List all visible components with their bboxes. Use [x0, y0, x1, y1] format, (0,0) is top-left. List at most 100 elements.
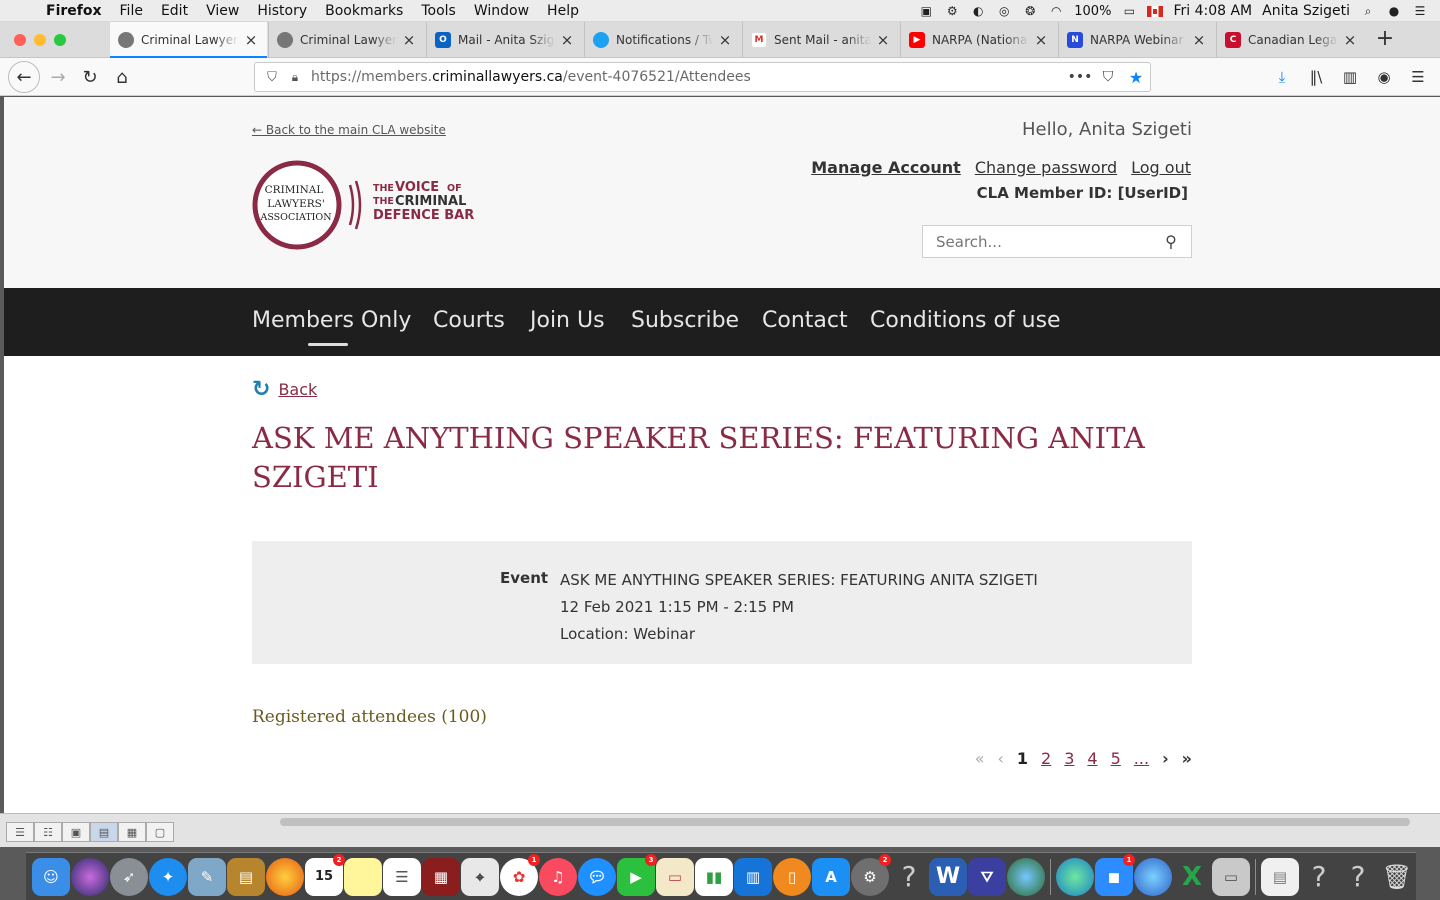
search-input[interactable]	[923, 226, 1151, 257]
nav-subscribe[interactable]: Subscribe	[631, 308, 739, 333]
view-full-icon[interactable]: ▢	[146, 822, 174, 842]
browser-app-icon[interactable]	[1056, 857, 1094, 896]
app-store-icon[interactable]: A	[812, 857, 850, 896]
menu-edit[interactable]: Edit	[152, 3, 197, 19]
new-tab-plus-icon[interactable]: +	[1370, 22, 1400, 58]
menu-app-firefox[interactable]: Firefox	[40, 3, 111, 19]
nav-courts[interactable]: Courts	[433, 308, 505, 333]
back-link[interactable]: ↻ Back	[252, 377, 317, 402]
tab-mail[interactable]: O Mail - Anita Szigeti ×	[426, 22, 583, 58]
tab-twitter[interactable]: Notifications / Twitter ×	[584, 22, 741, 58]
tracking-shield-icon[interactable]: ⛉	[259, 70, 285, 85]
next-page-icon[interactable]: ›	[1162, 749, 1169, 768]
keynote-icon[interactable]: ▥	[734, 857, 772, 896]
trash-icon[interactable]: 🗑︎	[1378, 858, 1416, 896]
back-to-main-site-link[interactable]: ← Back to the main CLA website	[252, 123, 446, 137]
photos-icon[interactable]: ✿ 1	[500, 853, 540, 896]
back-arrow-icon[interactable]: ←	[8, 61, 40, 93]
menu-help[interactable]: Help	[538, 3, 588, 19]
menu-bookmarks[interactable]: Bookmarks	[316, 3, 412, 19]
lock-icon[interactable]: 🔒︎	[285, 70, 305, 85]
menu-history[interactable]: History	[248, 3, 316, 19]
vpn-icon[interactable]: ❂	[1022, 4, 1038, 18]
close-tab-icon[interactable]: ×	[1191, 31, 1207, 49]
spotlight-search-icon[interactable]: ⌕	[1360, 4, 1376, 18]
first-page-icon[interactable]: «	[975, 749, 985, 768]
last-page-icon[interactable]: »	[1182, 749, 1192, 768]
page-4-link[interactable]: 4	[1087, 749, 1097, 768]
wifi-icon[interactable]: ◠	[1048, 4, 1064, 18]
safari-icon[interactable]: ✦	[149, 857, 187, 896]
compass-icon[interactable]: ◎	[996, 4, 1012, 18]
view-grid-icon[interactable]: ▦	[118, 822, 146, 842]
cla-logo[interactable]: CRIMINAL LAWYERS' ASSOCIATION THE VOICE …	[252, 159, 482, 251]
page-2-link[interactable]: 2	[1041, 749, 1051, 768]
reminders-icon[interactable]: ☰	[383, 857, 421, 896]
close-tab-icon[interactable]: ×	[1342, 31, 1358, 49]
tab-criminal-lawyers[interactable]: Criminal Lawyers' Association ×	[268, 22, 425, 58]
page-3-link[interactable]: 3	[1064, 749, 1074, 768]
tab-canlii[interactable]: C Canadian Legal Info ×	[1216, 22, 1366, 58]
network-utility-icon[interactable]	[1134, 857, 1172, 896]
music-icon[interactable]: ♫	[539, 857, 577, 896]
menu-tools[interactable]: Tools	[412, 3, 465, 19]
manage-account-link[interactable]: Manage Account	[811, 158, 961, 177]
document-icon[interactable]: ▤	[1261, 857, 1299, 896]
preview-icon[interactable]: ✎	[188, 857, 226, 896]
more-pages-link[interactable]: ...	[1134, 749, 1149, 768]
reload-icon[interactable]: ↻	[74, 61, 106, 93]
prev-page-icon[interactable]: ‹	[998, 749, 1004, 768]
missing-app-question-icon[interactable]: ?	[890, 858, 928, 896]
system-preferences-icon[interactable]: ⚙ 2	[851, 853, 891, 896]
log-out-link[interactable]: Log out	[1131, 158, 1191, 177]
tab-narpa-webinar[interactable]: N NARPA Webinar 4 ×	[1058, 22, 1215, 58]
menu-file[interactable]: File	[111, 3, 152, 19]
battery-icon[interactable]: ▭	[1121, 4, 1137, 18]
siri-icon[interactable]	[71, 857, 109, 896]
clock[interactable]: Fri 4:08 AM	[1173, 3, 1252, 19]
close-window-button[interactable]	[14, 34, 26, 46]
library-icon[interactable]: ‖\	[1300, 61, 1332, 93]
menu-view[interactable]: View	[197, 3, 248, 19]
address-bar[interactable]: ⛉ 🔒︎ https://members.criminallawyers.ca/…	[254, 62, 1151, 92]
hamburger-menu-icon[interactable]: ☰	[1402, 61, 1434, 93]
close-tab-icon[interactable]: ×	[717, 31, 733, 49]
close-tab-icon[interactable]: ×	[243, 31, 259, 49]
missing-app-question-icon[interactable]: ?	[1339, 858, 1377, 896]
photo-booth-icon[interactable]: ▦	[422, 857, 460, 896]
maps-icon[interactable]: ⌖	[461, 857, 499, 896]
facetime-icon[interactable]: ▶ 3	[617, 853, 657, 896]
zoom-window-button[interactable]	[54, 34, 66, 46]
battery-percent[interactable]: 100%	[1074, 4, 1111, 19]
excel-icon[interactable]: X	[1173, 858, 1211, 896]
close-tab-icon[interactable]: ×	[1033, 31, 1049, 49]
word-icon[interactable]: W	[929, 857, 967, 896]
nav-conditions-of-use[interactable]: Conditions of use	[870, 308, 1061, 333]
close-tab-icon[interactable]: ×	[875, 31, 891, 49]
acrobat-icon[interactable]: ⛛	[968, 857, 1006, 896]
network-globe-icon[interactable]	[1007, 857, 1045, 896]
game-controller-icon[interactable]: ⚙	[944, 4, 960, 18]
zoom-status-icon[interactable]: ▣	[918, 4, 934, 18]
notification-center-icon[interactable]: ☰	[1412, 4, 1428, 18]
horizontal-scrollbar[interactable]	[280, 818, 1410, 826]
launchpad-icon[interactable]: ➶	[110, 857, 148, 896]
page-actions-icon[interactable]: •••	[1066, 69, 1094, 85]
notefile-icon[interactable]: ▤	[227, 857, 265, 896]
zoom-icon[interactable]: ◼ 1	[1095, 853, 1135, 896]
search-icon[interactable]: ⚲	[1151, 232, 1191, 251]
close-tab-icon[interactable]: ×	[401, 31, 417, 49]
siri-icon[interactable]: ●	[1386, 4, 1402, 18]
nav-contact[interactable]: Contact	[762, 308, 848, 333]
finder-icon[interactable]: ☺	[32, 857, 70, 896]
tab-criminal-lawyers-active[interactable]: Criminal Lawyers' Association ×	[110, 22, 267, 58]
nav-members-only[interactable]: Members Only	[252, 308, 411, 333]
menu-window[interactable]: Window	[465, 3, 538, 19]
home-icon[interactable]: ⌂	[106, 61, 138, 93]
input-source-flag-icon[interactable]	[1147, 5, 1164, 17]
numbers-icon[interactable]: ▮▮	[695, 857, 733, 896]
nav-join-us[interactable]: Join Us	[530, 308, 605, 333]
page-1-current[interactable]: 1	[1017, 749, 1028, 768]
books-icon[interactable]: ▯	[773, 857, 811, 896]
pocket-icon[interactable]: ⛉	[1094, 69, 1122, 85]
